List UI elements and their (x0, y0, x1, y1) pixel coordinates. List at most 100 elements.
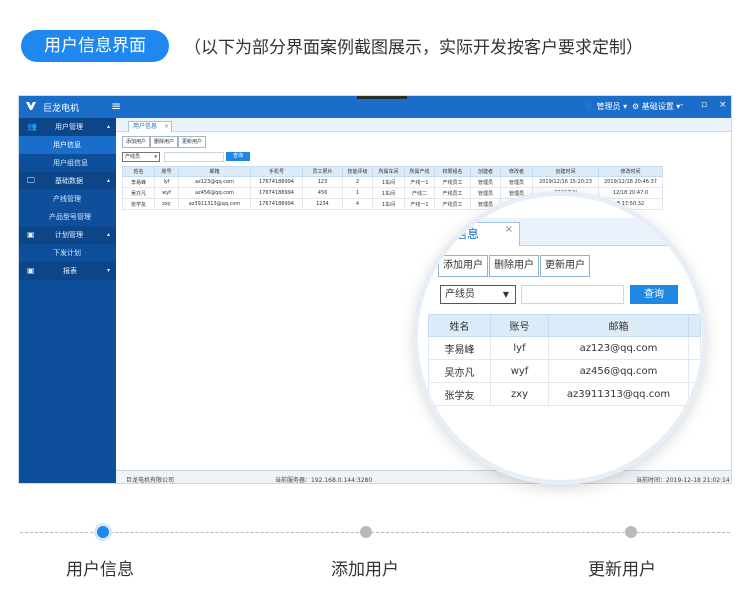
menu-toggle-icon[interactable]: ≡ (111, 99, 121, 113)
zoom-column-header[interactable]: 邮箱 (548, 314, 689, 337)
zoom-role-select-value: 产线员 (445, 289, 475, 300)
column-header[interactable]: 员工照片 (302, 166, 343, 177)
table-cell: az123@qq.com (178, 176, 251, 188)
column-header[interactable]: 修改者 (500, 166, 533, 177)
zoom-search-input[interactable] (521, 285, 624, 304)
page-title-badge: 用户信息界面 (21, 30, 169, 62)
briefcase-icon: ▣ (27, 230, 35, 239)
page-subtitle: （以下为部分界面案例截图展示，实际开发按客户要求定制） (184, 38, 643, 58)
step-dot-update-user[interactable] (625, 526, 637, 538)
zoom-tab-user-info[interactable]: 户信息 × (440, 222, 520, 246)
dragon-logo-icon (26, 102, 36, 110)
chevron-up-icon: ▴ (107, 231, 111, 238)
column-header[interactable]: 创建时间 (532, 166, 599, 177)
zoom-table-cell: 李易峰 (428, 336, 491, 360)
table-cell: 1 (342, 187, 373, 199)
column-header[interactable]: 修改时间 (598, 166, 663, 177)
users-icon: 👥 (27, 122, 37, 131)
zoom-table-cell-extra (688, 382, 701, 406)
sidebar-item-line-management[interactable]: 产线管理 (19, 190, 116, 208)
column-header[interactable]: 邮箱 (178, 166, 251, 177)
step-label-add-user[interactable]: 添加用户 (331, 555, 399, 580)
table-cell: 17674188994 (250, 198, 303, 210)
zoom-role-select[interactable]: 产线员 ▼ (440, 285, 516, 304)
zoom-update-user-button[interactable]: 更新用户 (540, 255, 590, 277)
search-input[interactable] (164, 151, 224, 162)
filter-bar: 产线员 ▾ 查询 (122, 151, 250, 162)
sidebar-group-label: 报表 (63, 267, 77, 275)
step-label-update-user[interactable]: 更新用户 (588, 555, 656, 580)
add-user-button[interactable]: 添加用户 (122, 136, 151, 148)
sidebar-group-basic-data[interactable]: 🖵 基础数据 ▴ (19, 172, 116, 190)
delete-user-button[interactable]: 删除用户 (150, 136, 179, 148)
sidebar-group-label: 用户管理 (55, 123, 83, 131)
server-address: 当前服务器：192.168.0.144:3280 (275, 477, 373, 484)
zoom-table-cell: az456@qq.com (548, 359, 689, 383)
step-dot-add-user[interactable] (360, 526, 372, 538)
zoom-table-cell: wyf (490, 359, 549, 383)
table-cell: 产线员工 (434, 176, 471, 188)
chevron-down-icon: ▼ (502, 290, 509, 299)
column-header[interactable]: 所属车间 (372, 166, 405, 177)
step-dot-user-info[interactable] (97, 526, 109, 538)
query-button[interactable]: 查询 (226, 152, 250, 161)
zoom-table-cell: az3911313@qq.com (548, 382, 689, 406)
column-header[interactable]: 权限组名 (434, 166, 471, 177)
zoom-toolbar: 添加用户 删除用户 更新用户 (438, 255, 591, 277)
window-edge-strip (357, 96, 407, 99)
column-header[interactable]: 姓名 (122, 166, 155, 177)
sidebar-item-user-info[interactable]: 用户信息 (19, 136, 116, 154)
tab-bar: 用户信息 × (116, 118, 731, 132)
step-line (20, 532, 730, 533)
sidebar-item-product-model-management[interactable]: 产品型号管理 (19, 208, 116, 226)
table-cell: 产线一1 (404, 176, 435, 188)
step-label-user-info[interactable]: 用户信息 (66, 555, 134, 580)
app-topbar: 巨龙电机 ≡ 👤 管理员 ▾ ⚙ 基础设置 ▾ - ▫ × (19, 96, 731, 118)
column-header[interactable]: 所属产线 (404, 166, 435, 177)
table-cell: 2019/12/16 15:20:23 (532, 176, 599, 188)
zoom-table-row[interactable]: 吴亦凡 wyf az456@qq.com (428, 359, 701, 383)
column-header[interactable]: 账号 (154, 166, 179, 177)
maximize-button[interactable]: ▫ (701, 100, 707, 110)
zoom-query-button[interactable]: 查询 (630, 285, 678, 304)
sidebar-item-user-group-info[interactable]: 用户组信息 (19, 154, 116, 172)
close-button[interactable]: × (719, 100, 727, 110)
chevron-down-icon: ▾ (107, 267, 111, 274)
table-cell: 2 (342, 176, 373, 188)
column-header[interactable]: 技能评级 (342, 166, 373, 177)
sidebar-group-label: 计划管理 (55, 231, 83, 239)
sidebar-group-user-management[interactable]: 👥 用户管理 ▴ (19, 118, 116, 136)
sidebar-group-reports[interactable]: ▣ 报表 ▾ (19, 262, 116, 280)
table-cell: 1车间 (372, 187, 405, 199)
table-row[interactable]: 李易峰 lyf az123@qq.com 17674188994 123 2 1车间 产线一1… (122, 176, 663, 188)
settings-label: 基础设置 (641, 102, 674, 111)
role-select[interactable]: 产线员 ▾ (122, 151, 160, 162)
app-title: 巨龙电机 (43, 104, 80, 114)
zoom-table-row[interactable]: 张学友 zxy az3911313@qq.com (428, 382, 701, 406)
zoom-tab-bar: 户信息 × (418, 218, 702, 246)
settings-menu[interactable]: ⚙ 基础设置 ▾ (632, 101, 680, 112)
zoom-tab-label: 户信息 (443, 227, 480, 241)
zoom-add-user-button[interactable]: 添加用户 (438, 255, 488, 277)
user-menu[interactable]: 👤 管理员 ▾ (584, 101, 627, 112)
close-icon[interactable]: × (164, 122, 169, 132)
zoom-column-header[interactable]: 姓名 (428, 314, 491, 337)
role-select-value: 产线员 (125, 153, 141, 160)
zoom-table-row[interactable]: 李易峰 lyf az123@qq.com (428, 336, 701, 360)
minimize-button[interactable]: - (680, 100, 683, 110)
table-cell: lyf (154, 176, 179, 188)
zoom-table-cell: 张学友 (428, 382, 491, 406)
update-user-button[interactable]: 更新用户 (178, 136, 207, 148)
column-header[interactable]: 创建者 (470, 166, 501, 177)
sidebar-group-plan-management[interactable]: ▣ 计划管理 ▴ (19, 226, 116, 244)
zoom-column-header[interactable]: 账号 (490, 314, 549, 337)
table-cell: zxy (154, 198, 179, 210)
table-cell: 17674188994 (250, 187, 303, 199)
close-icon[interactable]: × (505, 219, 513, 241)
zoom-table-cell-extra (688, 336, 701, 360)
column-header[interactable]: 手机号 (250, 166, 303, 177)
sidebar-item-issue-plan[interactable]: 下发计划 (19, 244, 116, 262)
tab-user-info[interactable]: 用户信息 × (128, 121, 173, 132)
zoom-delete-user-button[interactable]: 删除用户 (489, 255, 539, 277)
zoom-table-cell: 吴亦凡 (428, 359, 491, 383)
